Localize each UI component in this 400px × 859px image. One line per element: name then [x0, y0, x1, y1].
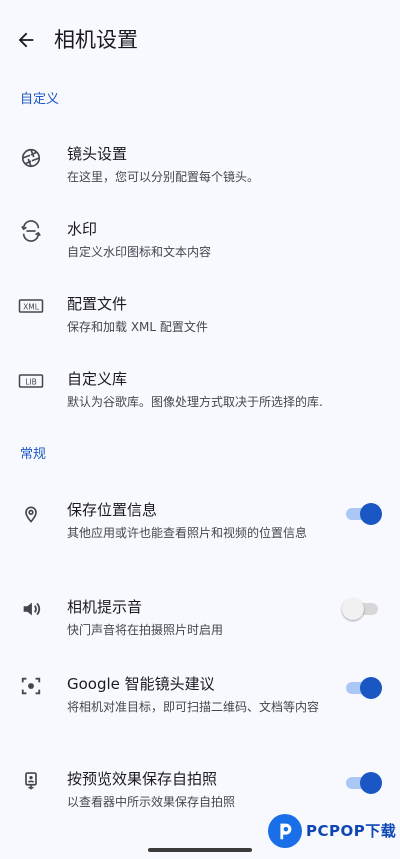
setting-title: 保存位置信息	[67, 501, 158, 519]
svg-text:LIB: LIB	[25, 377, 37, 386]
pcpop-watermark: PCPOP下载	[268, 812, 398, 856]
setting-description: 在这里，您可以分别配置每个镜头。	[67, 170, 260, 184]
setting-title: 水印	[67, 220, 98, 238]
toggle-thumb	[360, 772, 382, 794]
watermark-icon	[18, 218, 44, 244]
selfie-portrait-icon	[18, 768, 44, 794]
page-title: 相机设置	[54, 28, 138, 52]
setting-title: 镜头设置	[67, 145, 128, 163]
google-lens-icon	[18, 673, 44, 699]
back-button[interactable]	[10, 24, 42, 56]
save-location-toggle[interactable]	[346, 503, 382, 525]
setting-title: Google 智能镜头建议	[67, 675, 215, 693]
setting-description: 自定义水印图标和文本内容	[67, 245, 212, 259]
setting-description: 快门声音将在拍摄照片时启用	[67, 623, 224, 637]
speaker-icon	[18, 596, 44, 622]
setting-description: 其他应用或许也能查看照片和视频的位置信息	[67, 526, 308, 540]
setting-description: 保存和加载 XML 配置文件	[67, 320, 208, 334]
setting-title: 配置文件	[67, 295, 128, 313]
setting-title: 按预览效果保存自拍照	[67, 770, 218, 788]
save-selfie-toggle[interactable]	[346, 772, 382, 794]
shutter-sound-toggle[interactable]	[342, 598, 378, 620]
section-header-custom: 自定义	[20, 92, 60, 107]
setting-description: 以查看器中所示效果保存自拍照	[67, 795, 236, 809]
location-pin-icon	[18, 501, 44, 527]
xml-file-icon: XML	[18, 293, 44, 319]
lens-aperture-icon	[18, 145, 44, 171]
toggle-thumb	[360, 677, 382, 699]
setting-title: 相机提示音	[67, 598, 143, 616]
svg-text:XML: XML	[23, 302, 40, 311]
toggle-thumb	[360, 503, 382, 525]
setting-description: 将相机对准目标，即可扫描二维码、文档等内容	[67, 700, 320, 714]
toggle-thumb	[342, 598, 364, 620]
google-lens-toggle[interactable]	[346, 677, 382, 699]
setting-title: 自定义库	[67, 370, 128, 388]
setting-description: 默认为谷歌库。图像处理方式取决于所选择的库.	[67, 395, 323, 409]
section-header-general: 常规	[20, 447, 47, 462]
arrow-back-icon	[18, 32, 34, 48]
top-app-bar: 相机设置	[0, 0, 400, 80]
lib-icon: LIB	[18, 368, 44, 394]
gesture-nav-handle[interactable]	[148, 848, 252, 852]
watermark-text: PCPOP下载	[306, 822, 397, 840]
pcpop-logo-icon	[268, 814, 302, 848]
